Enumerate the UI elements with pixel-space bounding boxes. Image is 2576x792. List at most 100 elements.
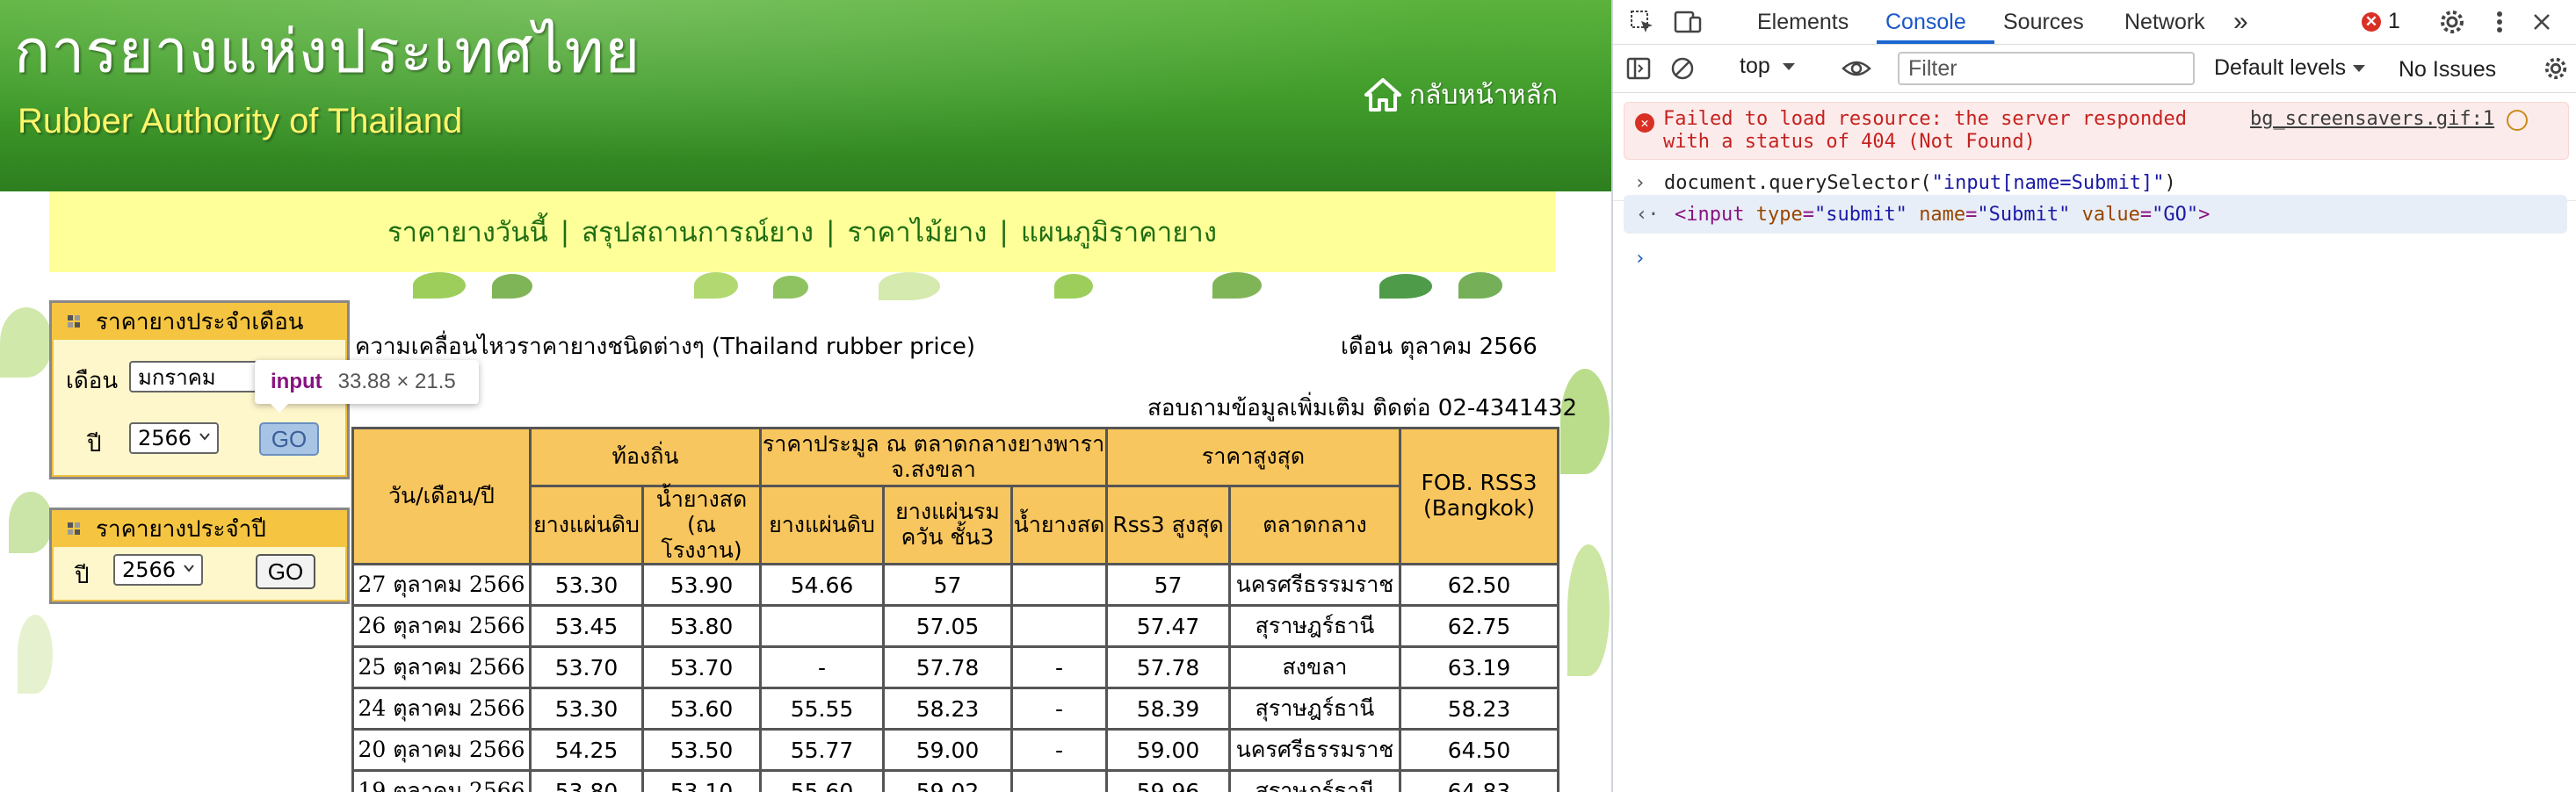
- cell-market: สุราษฎร์ธานี: [1228, 687, 1401, 731]
- settings-icon[interactable]: [2541, 54, 2571, 83]
- command-prefix: document.querySelector(: [1664, 172, 1932, 194]
- home-icon: [1364, 78, 1401, 112]
- bullet-icon: [68, 315, 80, 328]
- cell-value: 53.60: [641, 687, 762, 731]
- error-source-link[interactable]: bg_screensavers.gif:1: [2250, 108, 2494, 130]
- tab-network[interactable]: Network: [2124, 0, 2205, 44]
- device-icon[interactable]: [1673, 7, 1703, 37]
- result-attr-name: name: [1919, 204, 1966, 226]
- monthly-go-button[interactable]: GO: [259, 422, 319, 456]
- tab-console[interactable]: Console: [1885, 0, 1966, 44]
- nav-rubber-wood-price[interactable]: ราคาไม้ยาง: [847, 210, 987, 254]
- home-link[interactable]: กลับหน้าหลัก: [1364, 76, 1558, 114]
- clear-icon[interactable]: [1668, 54, 1697, 83]
- cell-value: -: [1010, 728, 1108, 773]
- eye-icon[interactable]: [1842, 54, 1871, 83]
- kebab-icon[interactable]: [2485, 7, 2514, 37]
- header-highest: ราคาสูงสุด: [1105, 427, 1401, 487]
- active-tab-indicator: [1877, 40, 1994, 44]
- nav-price-chart[interactable]: แผนภูมิราคายาง: [1021, 210, 1217, 254]
- price-table-body: 27 ตุลาคม 2566 53.30 53.90 54.66 57 57 น…: [351, 563, 1559, 792]
- console-prompt[interactable]: ›: [1613, 241, 2576, 276]
- yearly-price-box: ราคายางประจำปี ปี 2566 GO: [49, 508, 350, 604]
- contact-info: สอบถามข้อมูลเพิ่มเติม ติดต่อ 02-4341432: [1147, 395, 1578, 421]
- result-attr-name: type: [1755, 204, 1803, 226]
- year-select[interactable]: 2566: [129, 422, 219, 454]
- context-select[interactable]: top: [1740, 54, 1797, 79]
- cell-market: นครศรีธรรมราช: [1228, 563, 1401, 608]
- more-tabs-icon[interactable]: »: [2233, 0, 2248, 44]
- command-argument: "input[name=Submit]": [1931, 172, 2165, 194]
- nav-today-price[interactable]: ราคายางวันนี้: [387, 210, 548, 254]
- yearly-box-title: ราคายางประจำปี: [96, 515, 266, 543]
- cell-value: -: [1010, 769, 1108, 792]
- year-select-value: 2566: [138, 426, 192, 450]
- tab-elements[interactable]: Elements: [1757, 0, 1849, 44]
- header-auction: ราคาประมูล ณ ตลาดกลางยางพารา จ.สงขลา: [759, 427, 1108, 487]
- subheader: ยางแผ่นดิบ: [759, 484, 885, 566]
- console-output: ✕ Failed to load resource: the server re…: [1613, 93, 2576, 792]
- monthly-box-title: ราคายางประจำเดือน: [96, 308, 304, 335]
- cell-date: 27 ตุลาคม 2566: [351, 563, 532, 608]
- log-levels-select[interactable]: Default levels: [2214, 55, 2367, 81]
- chevron-down-icon: [199, 433, 210, 441]
- cell-value: [1010, 604, 1108, 649]
- cell-value: [1010, 563, 1108, 608]
- price-heading: ความเคลื่อนไหวราคายางชนิดต่างๆ (Thailand…: [355, 334, 975, 360]
- cell-value: 53.30: [529, 687, 644, 731]
- yearly-year-label: ปี: [75, 563, 90, 589]
- console-toolbar: top Default levels No Issues: [1613, 45, 2576, 93]
- month-select[interactable]: มกราคม: [129, 361, 270, 392]
- cell-date: 19 ตุลาคม 2566: [351, 769, 532, 792]
- cell-fob: 64.50: [1399, 728, 1559, 773]
- tab-sources[interactable]: Sources: [2003, 0, 2084, 44]
- result-element[interactable]: <input type="submit" name="Submit" value…: [1675, 204, 2210, 226]
- filter-input[interactable]: [1898, 52, 2195, 85]
- cell-value: 58.39: [1105, 687, 1231, 731]
- return-arrow-icon: ‹·: [1636, 204, 1660, 226]
- main-navigation: ราคายางวันนี้ | สรุปสถานการณ์ยาง | ราคาไ…: [49, 191, 1555, 272]
- chevron-right-icon: ›: [1634, 248, 1646, 270]
- cell-value: 54.66: [759, 563, 885, 608]
- console-result[interactable]: ‹· <input type="submit" name="Submit" va…: [1624, 195, 2567, 234]
- cell-market: สุราษฎร์ธานี: [1228, 604, 1401, 649]
- inspect-icon[interactable]: [1627, 7, 1657, 37]
- error-icon: ✕: [1635, 113, 1654, 133]
- month-select-value: มกราคม: [138, 364, 216, 390]
- cell-value: -: [1010, 645, 1108, 690]
- subheader: น้ำยางสด: [1010, 484, 1108, 566]
- tooltip-dimensions: 33.88 × 21.5: [337, 370, 456, 393]
- close-icon[interactable]: [2527, 7, 2557, 37]
- sidebar-icon[interactable]: [1624, 54, 1653, 83]
- table-row: 25 ตุลาคม 2566 53.70 53.70 - 57.78 - 57.…: [351, 645, 1559, 690]
- yearly-year-select[interactable]: 2566: [113, 554, 203, 586]
- cell-value: 57.47: [1105, 604, 1231, 649]
- command-text: document.querySelector("input[name=Submi…: [1664, 172, 2176, 194]
- chevron-right-icon: ›: [1634, 172, 1646, 194]
- cell-value: [759, 604, 885, 649]
- cell-market: นครศรีธรรมราช: [1228, 728, 1401, 773]
- chevron-down-icon: [1782, 62, 1795, 70]
- month-label: เดือน: [66, 368, 119, 394]
- home-link-label: กลับหน้าหลัก: [1409, 79, 1559, 111]
- cell-fob: 62.75: [1399, 604, 1559, 649]
- subheader: ยางแผ่นดิบ: [529, 484, 644, 566]
- result-close-tag: >: [2198, 204, 2211, 226]
- nav-situation-summary[interactable]: สรุปสถานการณ์ยาง: [582, 210, 814, 254]
- cell-date: 24 ตุลาคม 2566: [351, 687, 532, 731]
- table-row: 24 ตุลาคม 2566 53.30 53.60 55.55 58.23 -…: [351, 687, 1559, 731]
- subheader: ยางแผ่นรมควัน ชั้น3: [882, 484, 1013, 566]
- yearly-year-select-value: 2566: [122, 558, 177, 582]
- yearly-go-button[interactable]: GO: [256, 554, 315, 589]
- table-row: 26 ตุลาคม 2566 53.45 53.80 57.05 57.47 ส…: [351, 604, 1559, 649]
- site-header: การยางแห่งประเทศไทย Rubber Authority of …: [0, 0, 1611, 191]
- cell-date: 25 ตุลาคม 2566: [351, 645, 532, 690]
- cell-value: 57.78: [882, 645, 1013, 690]
- issues-button[interactable]: No Issues: [2399, 57, 2496, 83]
- cell-market: สุราษฎร์ธานี: [1228, 769, 1401, 792]
- levels-value: Default levels: [2214, 55, 2347, 80]
- result-open-tag: <input: [1675, 204, 1745, 226]
- error-count-badge[interactable]: ✕ 1: [2362, 9, 2400, 34]
- settings-icon[interactable]: [2437, 7, 2467, 37]
- source-info-icon[interactable]: [2507, 110, 2528, 131]
